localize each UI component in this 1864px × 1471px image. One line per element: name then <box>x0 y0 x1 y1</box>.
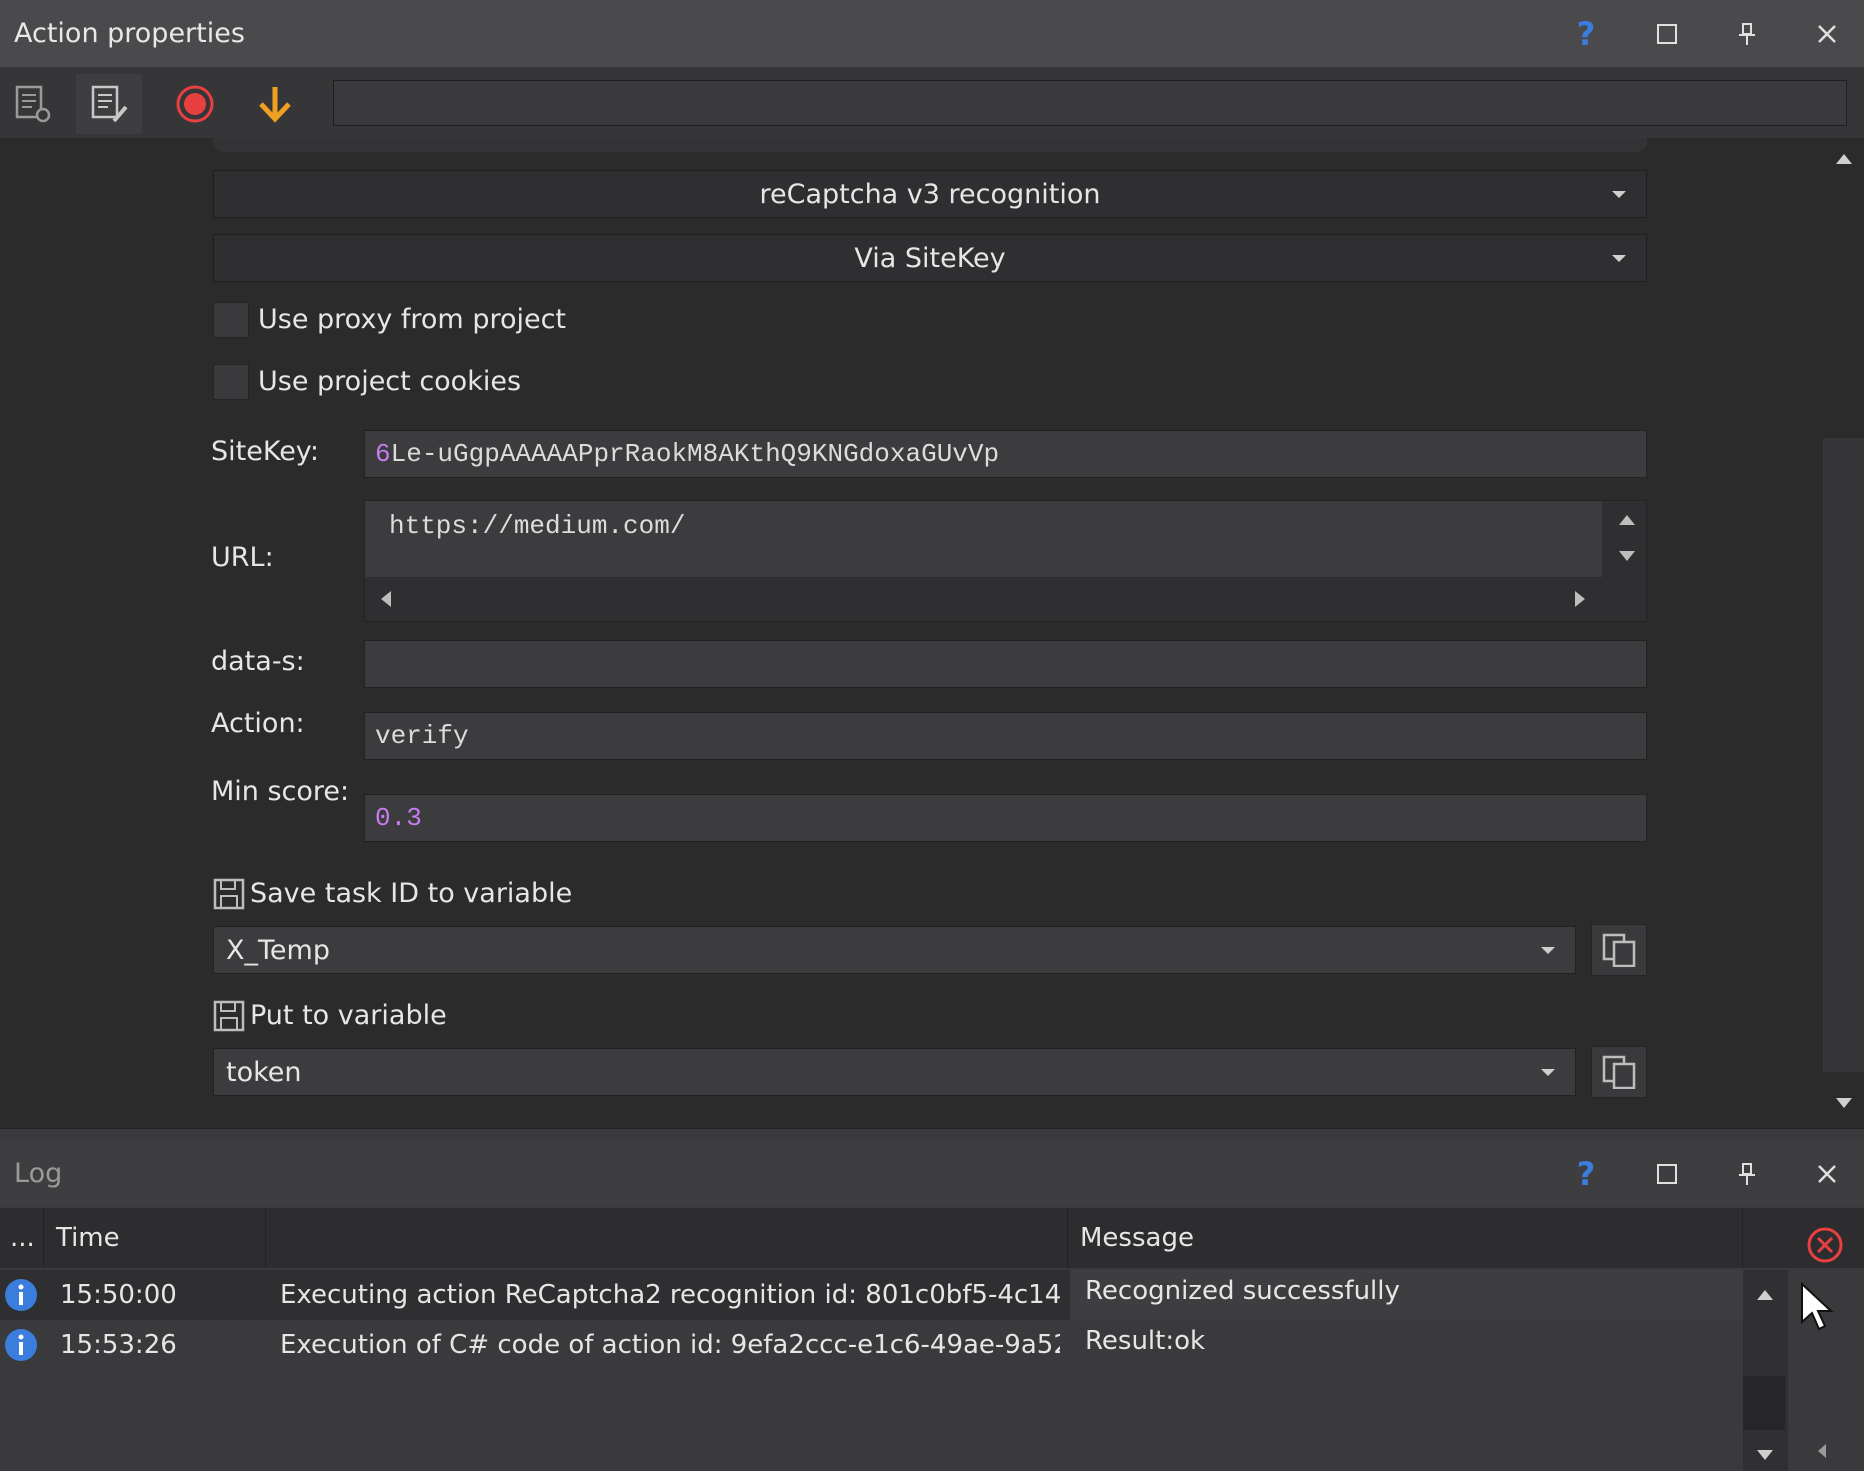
log-row[interactable]: 15:50:00 Executing action ReCaptcha2 rec… <box>0 1270 1743 1320</box>
log-time: 15:53:26 <box>60 1330 177 1360</box>
use-proxy-checkbox[interactable] <box>213 302 249 338</box>
scroll-down-arrow[interactable] <box>1836 1098 1852 1108</box>
action-properties-content: reCaptcha v3 recognition Via SiteKey Use… <box>0 138 1864 1128</box>
sitekey-value: Le-uGgpAAAAAPprRaokM8AKthQ9KNGdoxaGUvVp <box>390 439 1000 469</box>
log-row[interactable]: 15:53:26 Execution of C# code of action … <box>0 1320 1743 1370</box>
put-variable-value: token <box>226 1056 302 1088</box>
chevron-down-icon <box>1541 1069 1555 1076</box>
chevron-down-icon <box>1612 255 1626 262</box>
scroll-down-arrow[interactable] <box>1757 1450 1773 1460</box>
chevron-down-icon <box>1541 947 1555 954</box>
col-head-dots[interactable]: ... <box>0 1208 44 1268</box>
info-icon <box>4 1278 38 1316</box>
save-icon <box>213 1000 245 1036</box>
log-grid: ... Time Message 15:50:00 Executing acti… <box>0 1208 1864 1471</box>
action-label: Action: <box>211 708 305 739</box>
scroll-left-arrow[interactable] <box>1818 1444 1826 1458</box>
log-scrollbar[interactable] <box>1743 1270 1788 1471</box>
min-score-field[interactable]: 0.3 <box>364 794 1647 842</box>
put-var-label: Put to variable <box>250 1000 447 1031</box>
col-head-message[interactable]: Message <box>1068 1208 1743 1268</box>
panel-title: Action properties <box>14 18 245 49</box>
scrollbar-thumb[interactable] <box>1823 438 1864 1072</box>
log-source: Executing action ReCaptcha2 recognition … <box>280 1280 1060 1310</box>
panel-splitter[interactable] <box>0 1128 1864 1140</box>
edit-doc-icon[interactable] <box>76 74 142 134</box>
action-field[interactable]: verify <box>364 712 1647 760</box>
use-proxy-label: Use proxy from project <box>258 304 567 335</box>
url-scroll-down-arrow[interactable] <box>1619 551 1635 561</box>
info-icon <box>4 1328 38 1366</box>
col-head-source[interactable] <box>266 1208 1068 1268</box>
url-textarea[interactable]: https://medium.com/ <box>364 500 1647 622</box>
url-scroll-up-arrow[interactable] <box>1619 515 1635 525</box>
use-cookies-checkbox[interactable] <box>213 364 249 400</box>
pin-icon[interactable] <box>1727 14 1767 54</box>
help-icon[interactable]: ? <box>1566 14 1606 54</box>
mouse-cursor-icon <box>1800 1281 1840 1342</box>
save-task-variable-select[interactable]: X_Temp <box>213 926 1576 974</box>
toolbar <box>0 68 1864 138</box>
copy-icon <box>1602 1055 1636 1089</box>
close-icon[interactable] <box>1807 1154 1847 1194</box>
settings-doc-icon[interactable] <box>0 74 66 134</box>
data-s-label: data-s: <box>211 646 305 677</box>
sitekey-field[interactable]: 6 Le-uGgpAAAAAPprRaokM8AKthQ9KNGdoxaGUvVp <box>364 430 1647 478</box>
method-value: Via SiteKey <box>854 242 1006 274</box>
copy-variable-button[interactable] <box>1591 1046 1647 1098</box>
scroll-up-arrow[interactable] <box>1757 1290 1773 1300</box>
sitekey-prefix: 6 <box>375 439 391 469</box>
log-titlebar: Log ? <box>0 1140 1864 1208</box>
maximize-icon[interactable] <box>1647 14 1687 54</box>
log-time: 15:50:00 <box>60 1280 177 1310</box>
collapsed-section-edge <box>213 138 1647 152</box>
url-scroll-left-arrow[interactable] <box>381 591 391 607</box>
action-value: verify <box>375 721 469 751</box>
recognition-type-dropdown[interactable]: reCaptcha v3 recognition <box>213 170 1647 218</box>
min-score-value: 0.3 <box>375 803 422 833</box>
copy-icon <box>1602 933 1636 967</box>
min-score-label: Min score: <box>211 776 350 807</box>
log-message: Result:ok <box>1085 1326 1206 1356</box>
chevron-down-icon <box>1612 191 1626 198</box>
close-icon[interactable] <box>1807 14 1847 54</box>
log-title: Log <box>14 1158 63 1189</box>
toolbar-search-input[interactable] <box>333 80 1847 126</box>
url-scroll-right-arrow[interactable] <box>1575 591 1585 607</box>
log-header-spacer <box>1743 1208 1864 1268</box>
scroll-up-arrow[interactable] <box>1836 154 1852 164</box>
save-task-label: Save task ID to variable <box>250 878 573 909</box>
recognition-type-value: reCaptcha v3 recognition <box>759 178 1101 210</box>
log-source: Execution of C# code of action id: 9efa2… <box>280 1330 1060 1360</box>
data-s-field[interactable] <box>364 640 1647 688</box>
use-cookies-label: Use project cookies <box>258 366 522 397</box>
put-variable-select[interactable]: token <box>213 1048 1576 1096</box>
method-dropdown[interactable]: Via SiteKey <box>213 234 1647 282</box>
save-task-variable-value: X_Temp <box>226 934 330 966</box>
save-icon <box>213 878 245 914</box>
log-message: Recognized successfully <box>1085 1276 1400 1306</box>
col-head-time[interactable]: Time <box>44 1208 266 1268</box>
scrollbar-thumb[interactable] <box>1743 1376 1785 1430</box>
record-icon[interactable] <box>162 74 228 134</box>
clear-log-icon[interactable] <box>1806 1226 1844 1268</box>
maximize-icon[interactable] <box>1647 1154 1687 1194</box>
pin-icon[interactable] <box>1727 1154 1767 1194</box>
copy-variable-button[interactable] <box>1591 924 1647 976</box>
url-value: https://medium.com/ <box>389 511 686 541</box>
url-label: URL: <box>211 542 274 573</box>
help-icon[interactable]: ? <box>1566 1154 1606 1194</box>
action-properties-titlebar: Action properties ? <box>0 0 1864 68</box>
arrow-down-icon[interactable] <box>242 74 308 134</box>
sitekey-label: SiteKey: <box>211 436 319 467</box>
